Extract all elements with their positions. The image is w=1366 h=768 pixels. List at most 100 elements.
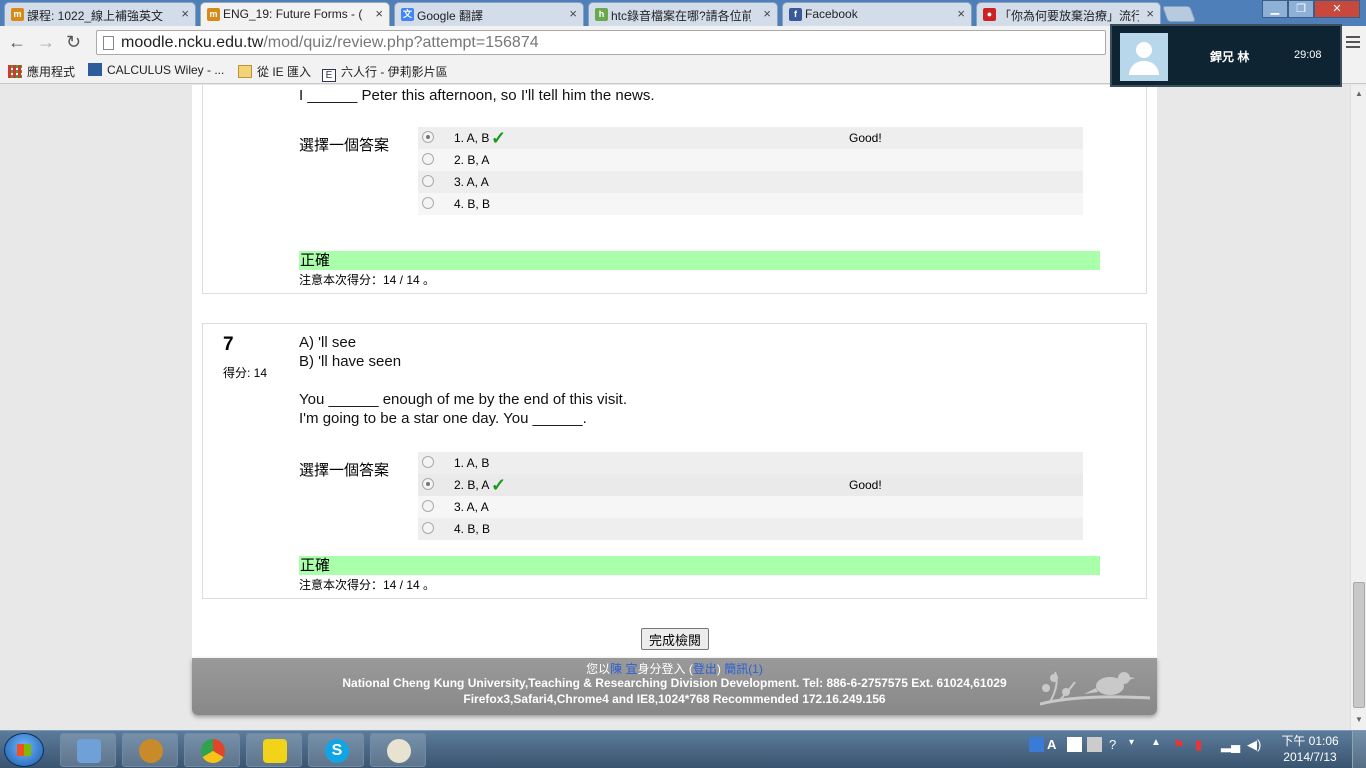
close-icon[interactable]: × [375,6,383,21]
answer-option[interactable]: 2. B, A [418,149,1083,171]
show-hidden-icon[interactable]: ▲ [1151,737,1166,752]
logout-link[interactable]: 登出 [693,662,717,676]
answer-label: 2. B, A [454,478,490,492]
moodle-icon: m [207,8,220,21]
tray-arrow-icon[interactable]: ▾ [1129,737,1144,752]
ime-icon[interactable] [1029,737,1044,752]
close-icon[interactable]: × [181,6,189,21]
taskbar-chrome[interactable] [184,733,240,767]
tab-label: Google 翻譯 [417,9,484,23]
taskbar-clock[interactable]: 下午 01:06 2014/7/13 [1275,733,1345,765]
help-icon[interactable]: ? [1109,737,1124,752]
minimize-button[interactable]: ▁ [1262,0,1288,18]
show-desktop-button[interactable] [1352,731,1366,768]
answer-label: 4. B, B [454,197,491,211]
taskbar-explorer[interactable] [60,733,116,767]
grade-notice: 注意本次得分：14 / 14 。 [299,273,436,287]
radio-button[interactable] [422,153,434,165]
answer-option[interactable]: 4. B, B [418,193,1083,215]
clock-time: 下午 01:06 [1281,734,1339,748]
answer-option[interactable]: 1. A, B [418,452,1083,474]
page-icon [103,36,114,50]
power-icon[interactable]: ▮ [1195,737,1210,752]
user-name-link[interactable]: 陳 宜 [610,662,637,676]
answer-option[interactable]: 4. B, B [418,518,1083,540]
scroll-up-icon[interactable]: ▲ [1355,89,1363,98]
close-icon[interactable]: × [1146,6,1154,21]
site-footer: 您以陳 宜身分登入 (登出) 簡訊(1) National Cheng Kung… [192,658,1157,715]
window-close-button[interactable]: ✕ [1314,0,1360,18]
radio-button[interactable] [422,500,434,512]
tab-article[interactable]: ● 「你為何要放棄治療」流行 × [976,2,1161,26]
volume-icon[interactable]: ◀) [1247,737,1262,752]
forward-icon[interactable]: → [37,33,55,51]
radio-selected[interactable] [422,131,434,143]
answer-option[interactable]: 2. B, A ✓ Good! [418,474,1083,496]
tab-label: 「你為何要放棄治療」流行 [999,9,1139,23]
tab-google-translate[interactable]: 文 Google 翻譯 × [394,2,584,26]
taskbar-hearthstone[interactable] [122,733,178,767]
answer-option[interactable]: 3. A, A [418,171,1083,193]
taskbar-skype[interactable]: S [308,733,364,767]
language-a-icon[interactable]: A [1047,737,1062,752]
network-icon[interactable]: ▂▄ [1221,737,1240,752]
maximize-button[interactable]: ❐ [1288,0,1314,18]
answer-option[interactable]: 1. A, B ✓ Good! [418,127,1083,149]
question-number: 7 [223,334,234,355]
footer-recommended: Firefox3,Safari4,Chrome4 and IE8,1024*76… [463,692,886,706]
close-icon[interactable]: × [569,6,577,21]
call-duration: 29:08 [1294,49,1322,61]
scroll-thumb[interactable] [1353,582,1365,708]
answer-label: 3. A, A [454,500,489,514]
taskbar-kakao[interactable] [246,733,302,767]
close-icon[interactable]: × [957,6,965,21]
bookmark-calculus[interactable]: CALCULUS Wiley - ... [88,63,224,77]
answer-label: 3. A, A [454,175,489,189]
feedback-text: Good! [849,131,882,145]
skype-icon: S [325,739,349,763]
answer-list: 1. A, B 2. B, A ✓ Good! 3. A, A 4. B, B [418,452,1083,540]
radio-button[interactable] [422,197,434,209]
answer-option[interactable]: 3. A, A [418,496,1083,518]
action-center-icon[interactable]: ⚑ [1173,737,1188,752]
radio-button[interactable] [422,522,434,534]
reload-icon[interactable]: ↻ [66,33,81,51]
url-path: /mod/quiz/review.php?attempt=156874 [263,34,539,51]
scroll-down-icon[interactable]: ▼ [1355,715,1363,724]
back-icon[interactable]: ← [8,33,26,51]
call-notification[interactable]: 銲兄 林 29:08 [1110,24,1342,87]
keyboard-icon[interactable] [1087,737,1102,752]
radio-selected[interactable] [422,478,434,490]
input-mode-icon[interactable] [1067,737,1082,752]
page-scrollbar[interactable]: ▲ ▼ [1350,85,1366,730]
bookmark-label: CALCULUS Wiley - ... [107,63,225,77]
taskbar-paint[interactable] [370,733,426,767]
address-bar[interactable]: moodle.ncku.edu.tw/mod/quiz/review.php?a… [96,30,1106,55]
chrome-icon [201,739,225,763]
tab-eng19-active[interactable]: m ENG_19: Future Forms - ( × [200,2,390,26]
radio-button[interactable] [422,175,434,187]
bookmark-friends[interactable]: E 六人行 - 伊莉影片區 [322,63,448,82]
close-icon[interactable]: × [763,6,771,21]
start-button[interactable] [4,733,44,767]
radio-button[interactable] [422,456,434,468]
avatar-icon [1120,33,1168,81]
tab-facebook[interactable]: f Facebook × [782,2,972,26]
tab-label: htc錄音檔案在哪?請各位前 [611,9,751,23]
feedback-text: Good! [849,478,882,492]
bookmark-ie-import[interactable]: 從 IE 匯入 [238,63,311,80]
tab-course[interactable]: m 課程: 1022_線上補強英文 × [4,2,196,26]
sentence-2: I'm going to be a star one day. You ____… [299,410,587,427]
chrome-menu-icon[interactable] [1346,36,1360,48]
clock-date: 2014/7/13 [1283,750,1337,764]
caller-name: 銲兄 林 [1210,50,1250,64]
finish-review-button[interactable]: 完成檢閱 [641,628,710,650]
answer-label: 1. A, B [454,456,490,470]
tab-htc[interactable]: h htc錄音檔案在哪?請各位前 × [588,2,778,26]
bookmark-apps[interactable]: 應用程式 [8,63,75,80]
folder-icon [238,65,252,78]
new-tab-button[interactable] [1162,6,1196,22]
hearthstone-icon [139,739,163,763]
messages-link[interactable]: 簡訊(1) [724,662,763,676]
url-host: moodle.ncku.edu.tw [121,34,264,51]
